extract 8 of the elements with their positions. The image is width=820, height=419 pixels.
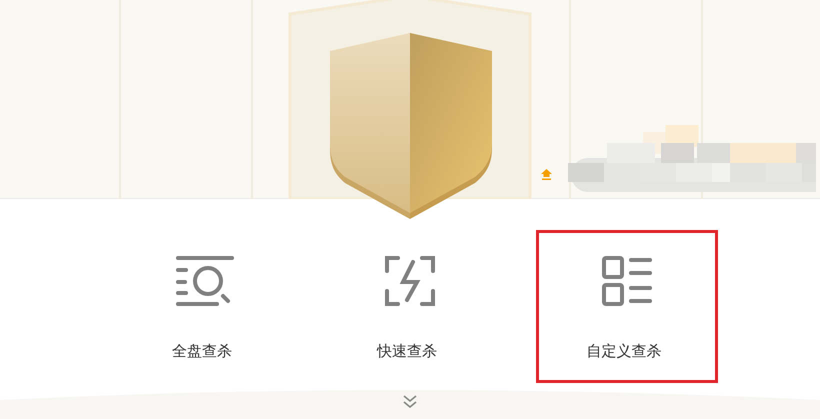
scan-option[interactable]: 快速查杀 bbox=[319, 230, 501, 383]
scan-option[interactable]: 自定义查杀 bbox=[536, 230, 718, 383]
list-icon bbox=[601, 255, 653, 307]
double-chevron-icon[interactable] bbox=[403, 395, 417, 408]
scan-option[interactable]: 全盘查杀 bbox=[114, 230, 296, 383]
up-arrow-icon bbox=[541, 169, 552, 180]
search-icon bbox=[175, 255, 235, 307]
lightning-frame-icon bbox=[384, 255, 436, 307]
